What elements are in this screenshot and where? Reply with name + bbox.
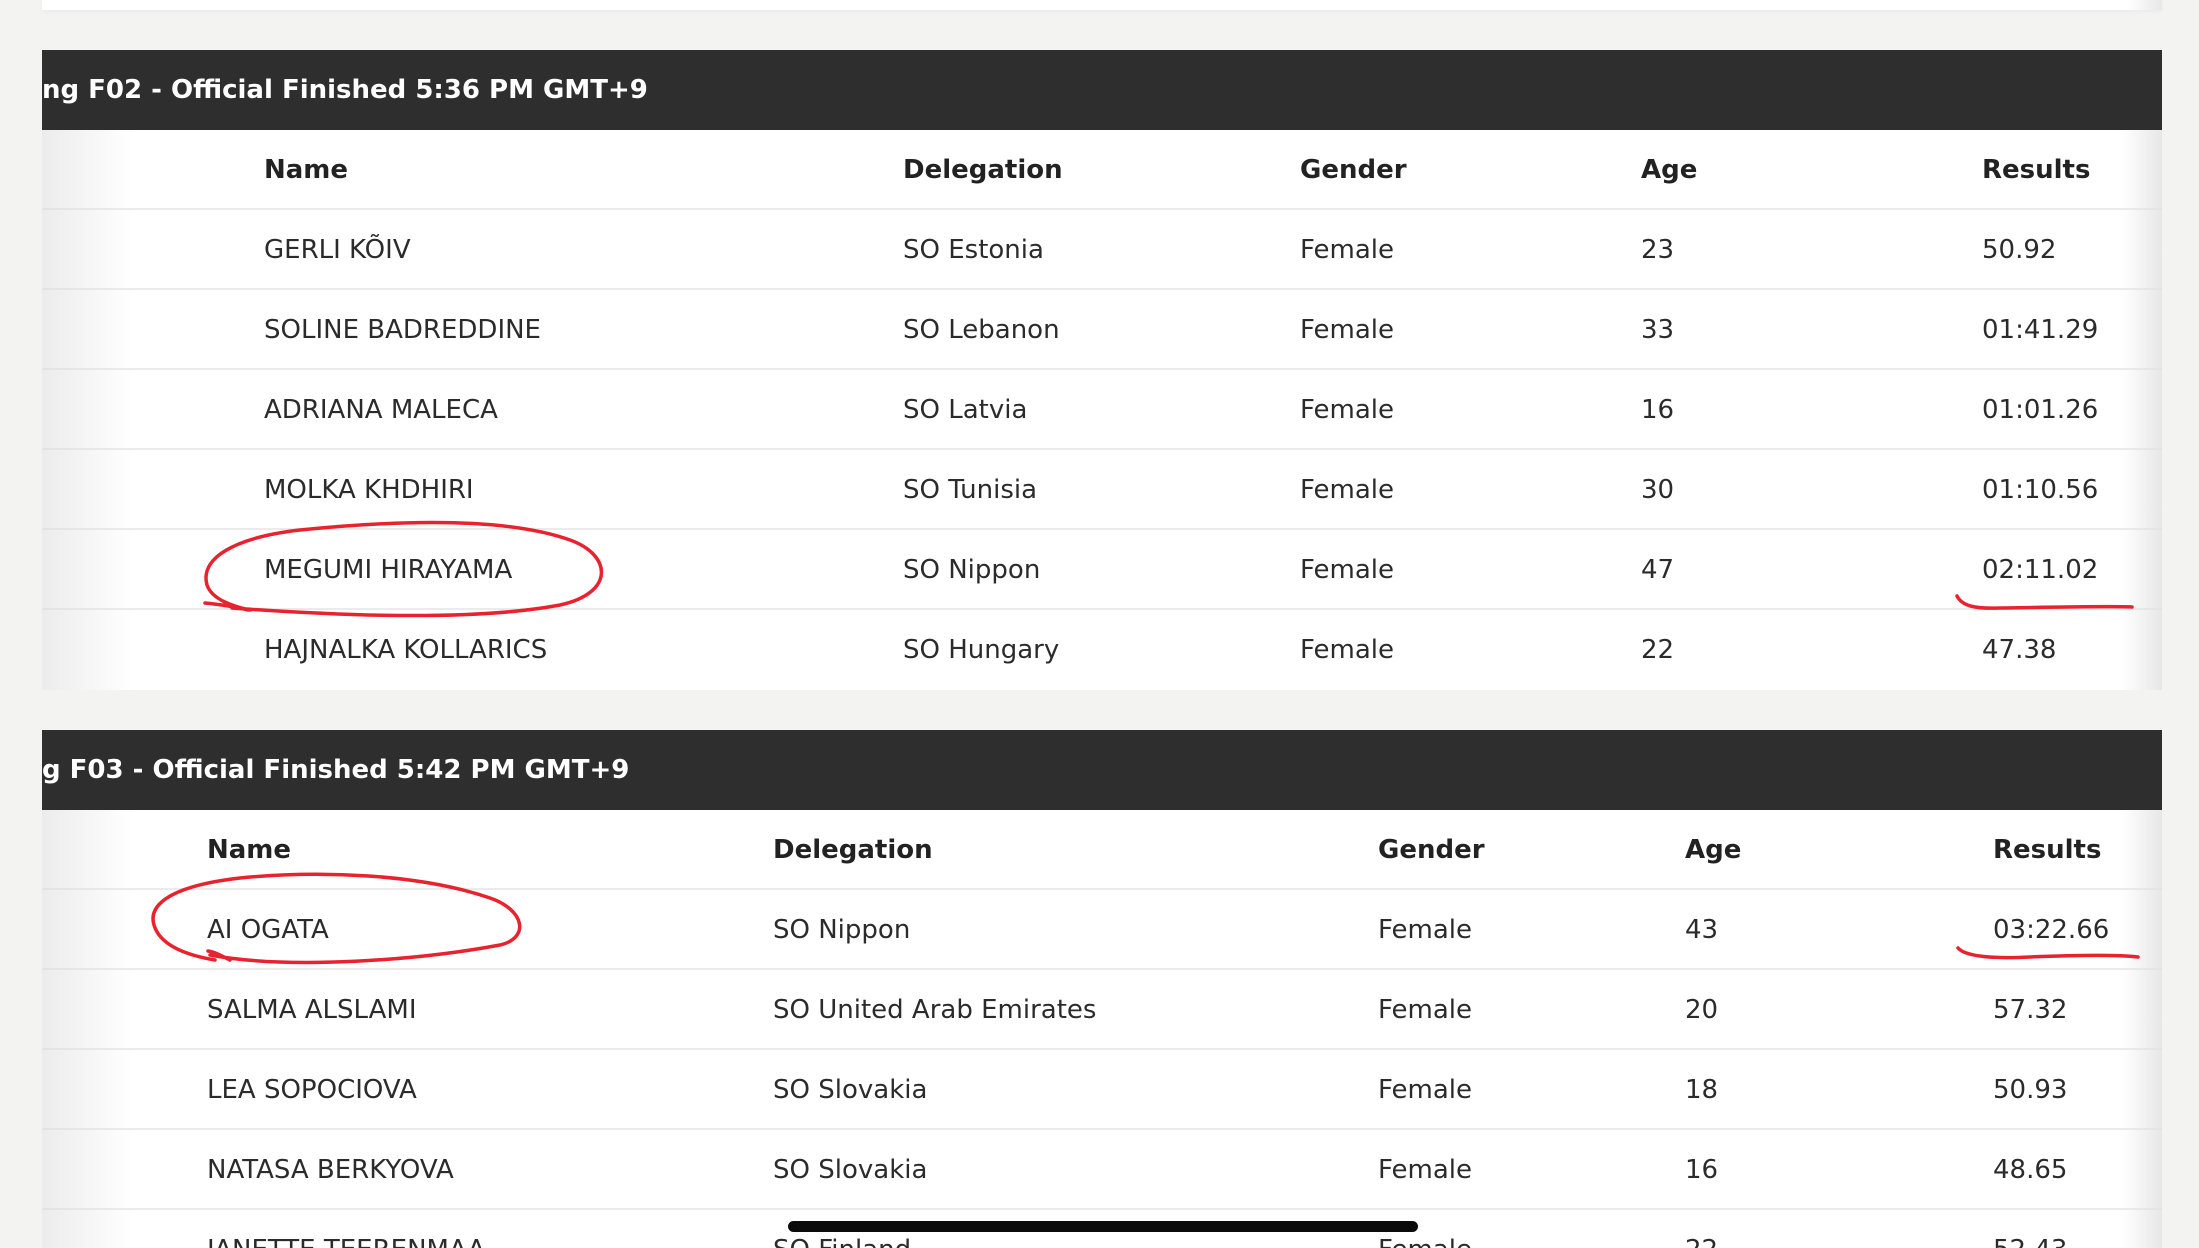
- athlete-name-cell: HAJNALKA KOLLARICS: [264, 635, 548, 665]
- result-time-cell: 52.43: [1993, 1210, 2067, 1248]
- heat-f03-table: Name Delegation Gender Age Results AI OG…: [42, 810, 2162, 1248]
- age-cell: 47: [1641, 555, 1675, 585]
- result-time-cell: 02:11.02: [1982, 555, 2099, 585]
- column-header-delegation[interactable]: Delegation: [903, 130, 1063, 208]
- delegation-cell: SO Nippon: [903, 555, 1041, 585]
- athlete-name-cell: AI OGATA: [207, 915, 329, 945]
- previous-results-card: [42, 0, 2162, 10]
- gender-cell: Female: [1378, 1075, 1473, 1105]
- gender-cell: Female: [1300, 475, 1395, 505]
- table-header-row: Name Delegation Gender Age Results: [42, 810, 2162, 890]
- age-cell: 16: [1641, 395, 1675, 425]
- athlete-name-cell: SALMA ALSLAMI: [207, 995, 417, 1025]
- result-time-cell: 57.32: [1993, 995, 2068, 1025]
- gender-cell: Female: [1300, 235, 1395, 265]
- delegation-cell: SO Tunisia: [903, 475, 1038, 505]
- result-time-cell: 50.93: [1993, 1075, 2068, 1105]
- table-row[interactable]: HAJNALKA KOLLARICS SO Hungary Female 22 47.3…: [42, 610, 2162, 690]
- athlete-name-cell: MEGUMI HIRAYAMA: [264, 555, 513, 585]
- age-cell: 33: [1641, 315, 1675, 345]
- result-time-cell: 01:01.26: [1982, 395, 2099, 425]
- result-time-cell: 01:41.29: [1982, 315, 2099, 345]
- column-header-age[interactable]: Age: [1685, 810, 1741, 888]
- heat-f02-results-panel: ng F02 - Official Finished 5:36 PM GMT+9…: [42, 50, 2162, 690]
- table-row[interactable]: SOLINE BADREDDINE SO Lebanon Female 33 01:41…: [42, 290, 2162, 370]
- column-header-name[interactable]: Name: [207, 810, 291, 888]
- age-cell: 22: [1641, 635, 1675, 665]
- athlete-name-cell: JANETTE TEERENMAA: [207, 1210, 485, 1248]
- delegation-cell: SO Slovakia: [773, 1155, 928, 1185]
- heat-f02-title: ng F02 - Official Finished 5:36 PM GMT+9: [42, 75, 648, 105]
- column-header-results[interactable]: Results: [1982, 130, 2090, 208]
- gender-cell: Female: [1300, 395, 1395, 425]
- gender-cell: Female: [1300, 635, 1395, 665]
- athlete-name-cell: LEA SOPOCIOVA: [207, 1075, 417, 1105]
- delegation-cell: SO Lebanon: [903, 315, 1060, 345]
- gender-cell: Female: [1300, 555, 1395, 585]
- gender-cell: Female: [1378, 995, 1473, 1025]
- column-header-results[interactable]: Results: [1993, 810, 2101, 888]
- athlete-name-cell: NATASA BERKYOVA: [207, 1155, 454, 1185]
- age-cell: 43: [1685, 915, 1719, 945]
- table-header-row: Name Delegation Gender Age Results: [42, 130, 2162, 210]
- table-row[interactable]: ADRIANA MALECA SO Latvia Female 16 01:01.26: [42, 370, 2162, 450]
- column-header-gender[interactable]: Gender: [1378, 810, 1485, 888]
- delegation-cell: SO Nippon: [773, 915, 911, 945]
- result-time-cell: 48.65: [1993, 1155, 2068, 1185]
- delegation-cell: SO Latvia: [903, 395, 1028, 425]
- age-cell: 23: [1641, 235, 1675, 265]
- heat-f03-results-panel: g F03 - Official Finished 5:42 PM GMT+9 …: [42, 730, 2162, 1248]
- column-header-gender[interactable]: Gender: [1300, 130, 1407, 208]
- heat-f02-table: Name Delegation Gender Age Results GERLI…: [42, 130, 2162, 690]
- table-row[interactable]: MEGUMI HIRAYAMA SO Nippon Female 47 02:11.02: [42, 530, 2162, 610]
- gender-cell: Female: [1300, 315, 1395, 345]
- table-row[interactable]: MOLKA KHDHIRI SO Tunisia Female 30 01:10.56: [42, 450, 2162, 530]
- delegation-cell: SO Slovakia: [773, 1075, 928, 1105]
- age-cell: 18: [1685, 1075, 1719, 1105]
- result-time-cell: 01:10.56: [1982, 475, 2099, 505]
- home-indicator-bar[interactable]: [788, 1221, 1418, 1232]
- result-time-cell: 47.38: [1982, 635, 2057, 665]
- age-cell: 16: [1685, 1155, 1719, 1185]
- delegation-cell: SO United Arab Emirates: [773, 995, 1097, 1025]
- delegation-cell: SO Hungary: [903, 635, 1060, 665]
- age-cell: 30: [1641, 475, 1675, 505]
- gender-cell: Female: [1378, 1155, 1473, 1185]
- column-header-name[interactable]: Name: [264, 130, 348, 208]
- age-cell: 22: [1685, 1210, 1718, 1248]
- card-edge-shadow: [2128, 0, 2162, 10]
- result-time-cell: 03:22.66: [1993, 915, 2110, 945]
- delegation-cell: SO Estonia: [903, 235, 1044, 265]
- table-row[interactable]: LEA SOPOCIOVA SO Slovakia Female 18 50.93: [42, 1050, 2162, 1130]
- result-time-cell: 50.92: [1982, 235, 2057, 265]
- age-cell: 20: [1685, 995, 1719, 1025]
- column-header-delegation[interactable]: Delegation: [773, 810, 933, 888]
- heat-f03-header[interactable]: g F03 - Official Finished 5:42 PM GMT+9: [42, 730, 2162, 810]
- athlete-name-cell: MOLKA KHDHIRI: [264, 475, 474, 505]
- heat-f03-title: g F03 - Official Finished 5:42 PM GMT+9: [42, 755, 630, 785]
- table-row[interactable]: AI OGATA SO Nippon Female 43 03:22.66: [42, 890, 2162, 970]
- athlete-name-cell: GERLI KÕIV: [264, 235, 411, 265]
- heat-f02-header[interactable]: ng F02 - Official Finished 5:36 PM GMT+9: [42, 50, 2162, 130]
- gender-cell: Female: [1378, 915, 1473, 945]
- athlete-name-cell: SOLINE BADREDDINE: [264, 315, 541, 345]
- table-row[interactable]: GERLI KÕIV SO Estonia Female 23 50.92: [42, 210, 2162, 290]
- table-row[interactable]: SALMA ALSLAMI SO United Arab Emirates Fema…: [42, 970, 2162, 1050]
- table-row[interactable]: NATASA BERKYOVA SO Slovakia Female 16 48.65: [42, 1130, 2162, 1210]
- athlete-name-cell: ADRIANA MALECA: [264, 395, 498, 425]
- column-header-age[interactable]: Age: [1641, 130, 1697, 208]
